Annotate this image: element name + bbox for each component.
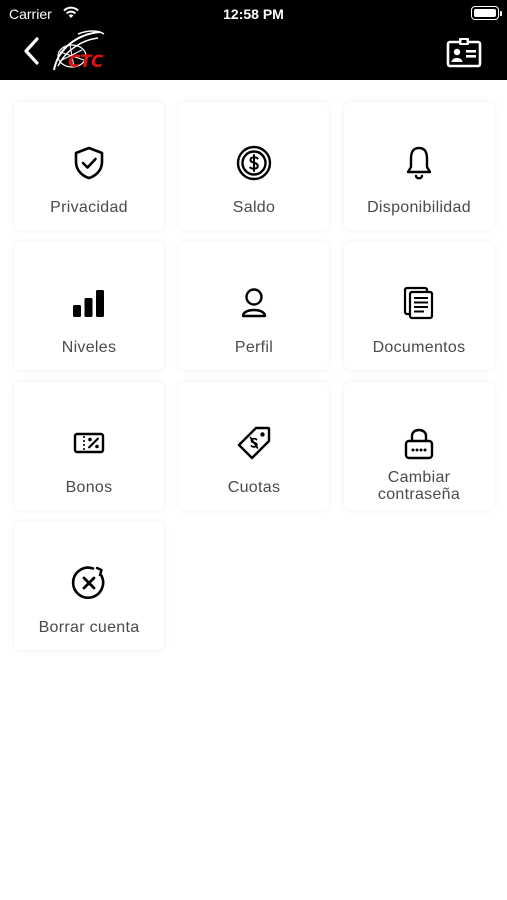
bell-icon	[406, 146, 432, 180]
bar-levels-icon	[73, 290, 104, 317]
menu-item-cambiar-contrasena[interactable]: Cambiar contraseña	[344, 382, 494, 510]
price-tag-icon	[237, 426, 271, 460]
menu-item-label: Disponibilidad	[367, 199, 471, 216]
chevron-left-icon[interactable]	[20, 34, 46, 68]
delete-circle-icon	[71, 566, 105, 599]
shield-check-icon	[74, 146, 104, 180]
menu-item-perfil[interactable]: Perfil	[179, 242, 329, 370]
person-icon	[241, 288, 267, 318]
navigation-header: Carrier 12:58 PM CTC	[0, 0, 507, 80]
menu-item-label: Borrar cuenta	[38, 619, 140, 636]
menu-item-label: Documentos	[372, 339, 466, 356]
menu-item-bonos[interactable]: Bonos	[14, 382, 164, 510]
battery-icon	[471, 6, 502, 20]
documents-icon	[403, 286, 434, 320]
status-bar: Carrier 12:58 PM	[0, 0, 507, 28]
menu-item-disponibilidad[interactable]: Disponibilidad	[344, 102, 494, 230]
menu-item-label: Privacidad	[50, 199, 128, 216]
menu-item-label: Cambiar contraseña	[377, 469, 461, 503]
logo-text: CTC	[68, 52, 104, 72]
menu-item-borrar-cuenta[interactable]: Borrar cuenta	[14, 522, 164, 650]
menu-item-privacidad[interactable]: Privacidad	[14, 102, 164, 230]
voucher-icon	[73, 432, 105, 454]
menu-item-label: Niveles	[61, 339, 117, 356]
menu-item-label: Cuotas	[227, 479, 281, 496]
status-time: 12:58 PM	[223, 6, 284, 22]
lock-icon	[404, 428, 434, 460]
menu-item-saldo[interactable]: Saldo	[179, 102, 329, 230]
dollar-coin-icon	[236, 145, 272, 181]
menu-grid: Privacidad Saldo Disponibilidad Niveles …	[0, 80, 507, 900]
id-card-icon[interactable]	[446, 36, 482, 68]
menu-item-label: Saldo	[232, 199, 276, 216]
menu-item-label: Bonos	[65, 479, 113, 496]
menu-item-cuotas[interactable]: Cuotas	[179, 382, 329, 510]
menu-item-label: Perfil	[234, 339, 274, 356]
menu-item-niveles[interactable]: Niveles	[14, 242, 164, 370]
menu-item-documentos[interactable]: Documentos	[344, 242, 494, 370]
